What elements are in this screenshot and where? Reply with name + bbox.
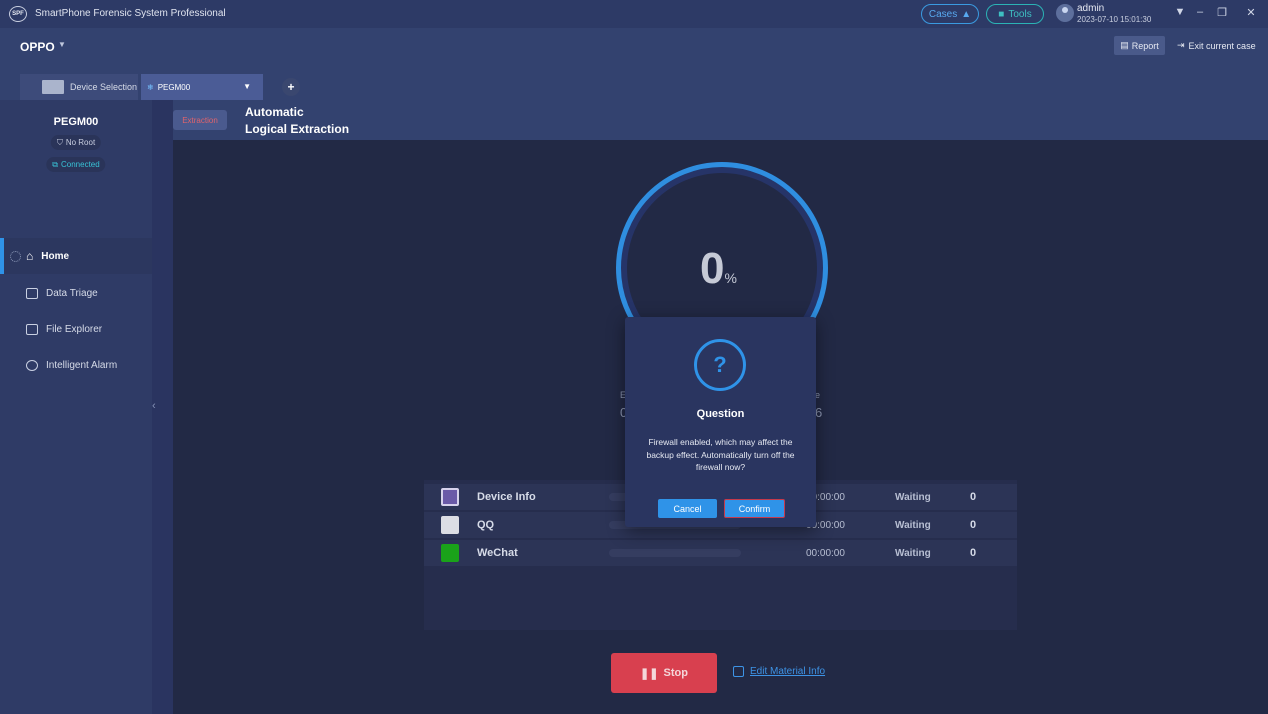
sidebar-item-label: Home (41, 250, 70, 262)
edit-material-label: Edit Material Info (750, 666, 826, 677)
row-count: 0 (970, 519, 977, 531)
pause-icon: ❚❚ (640, 667, 659, 680)
home-icon: ⌂ (26, 249, 34, 263)
device-select-value: PEGM00 (157, 82, 191, 92)
report-button[interactable]: ▤ Report (1114, 36, 1165, 55)
app-title: SmartPhone Forensic System Professional (35, 8, 226, 19)
row-name: WeChat (477, 547, 518, 559)
tools-button[interactable]: ■ Tools (986, 4, 1044, 24)
edit-material-info-link[interactable]: Edit Material Info (733, 666, 825, 677)
sidebar-item-label: Data Triage (46, 287, 98, 299)
row-status: Waiting (895, 519, 931, 531)
toolbox-icon: ■ (998, 8, 1005, 20)
row-progress-bar (609, 549, 741, 557)
table-row[interactable]: WeChat 00:00:00 Waiting 0 (424, 540, 1017, 566)
title-line-1: Automatic (245, 105, 304, 119)
chevron-down-icon[interactable]: ▼ (58, 40, 66, 49)
row-time: 00:00:00 (806, 547, 845, 559)
title-bar: SPF SmartPhone Forensic System Professio… (0, 0, 1268, 28)
sidebar-item-data-triage[interactable]: Data Triage (0, 275, 152, 311)
device-status-icon: ❄ (147, 82, 154, 92)
tab-device-label: Device Selection (70, 82, 138, 92)
confirm-button[interactable]: Confirm (724, 499, 785, 518)
sidebar-item-label: Intelligent Alarm (46, 359, 118, 371)
sidebar-item-home[interactable]: ⌂ Home (0, 238, 152, 274)
exit-label: Exit current case (1188, 40, 1256, 51)
stat-right-value: 6 (815, 405, 823, 420)
stop-button[interactable]: ❚❚ Stop (611, 653, 717, 693)
minimize-icon[interactable]: – (1192, 6, 1208, 18)
device-select-dropdown[interactable]: ❄ PEGM00 ▼ (141, 74, 263, 100)
question-dialog: ? Question Firewall enabled, which may a… (625, 317, 816, 527)
row-count: 0 (970, 547, 977, 559)
exit-case-button[interactable]: ⇥ Exit current case (1177, 40, 1256, 51)
collapse-sidebar-icon[interactable]: ‹ (152, 400, 160, 412)
sidebar-item-label: File Explorer (46, 323, 103, 335)
shield-icon: ⛉ (56, 137, 63, 147)
cases-button[interactable]: Cases ▲ (921, 4, 979, 24)
qq-icon (441, 516, 459, 534)
root-status-badge: ⛉ No Root (50, 135, 102, 150)
computer-icon (42, 80, 64, 94)
edit-icon (733, 666, 744, 677)
brand-selector[interactable]: OPPO (20, 40, 55, 54)
row-status: Waiting (895, 547, 931, 559)
alarm-icon (26, 359, 38, 371)
connection-status-badge: ⧉ Connected (46, 157, 106, 172)
user-avatar-icon[interactable] (1056, 4, 1074, 22)
dialog-message: Firewall enabled, which may affect the b… (646, 437, 795, 472)
device-info-icon (441, 488, 459, 506)
wechat-icon (441, 544, 459, 562)
progress-unit: % (724, 270, 737, 286)
document-icon (26, 287, 38, 299)
report-label: Report (1131, 40, 1159, 51)
row-count: 0 (970, 491, 977, 503)
folder-icon (26, 323, 38, 335)
tab-device-selection[interactable]: Device Selection (20, 74, 138, 100)
tools-label: Tools (1008, 8, 1032, 20)
cases-label: Cases (928, 8, 958, 20)
close-icon[interactable]: ✕ (1243, 6, 1259, 19)
dropdown-menu-icon[interactable]: ▼ (1172, 6, 1188, 18)
stop-label: Stop (663, 667, 688, 679)
device-name: PEGM00 (53, 116, 99, 128)
extraction-tag: Extraction (173, 110, 227, 130)
sidebar-item-intelligent-alarm[interactable]: Intelligent Alarm (0, 347, 152, 383)
progress-percent: 0% (700, 244, 737, 294)
connection-status-label: Connected (61, 160, 100, 169)
user-name: admin (1077, 3, 1105, 14)
cancel-button[interactable]: Cancel (658, 499, 717, 518)
progress-value: 0 (700, 244, 725, 293)
row-name: QQ (477, 519, 495, 531)
chevron-up-icon: ▲ (961, 8, 972, 20)
report-icon: ▤ (1120, 40, 1129, 50)
question-icon: ? (694, 339, 746, 391)
root-status-label: No Root (65, 138, 96, 147)
row-status: Waiting (895, 491, 931, 503)
sidebar: PEGM00 ⛉ No Root ⧉ Connected ⌂ Home Data… (0, 100, 152, 714)
app-logo-icon: SPF (9, 6, 27, 22)
exit-icon: ⇥ (1177, 40, 1185, 50)
restore-icon[interactable]: ❐ (1214, 6, 1230, 19)
current-datetime: 2023-07-10 15:01:30 (1077, 15, 1152, 24)
title-line-2: Logical Extraction (245, 122, 350, 136)
chevron-down-icon: ▼ (243, 82, 251, 91)
row-name: Device Info (477, 491, 536, 503)
link-icon: ⧉ (52, 159, 59, 169)
dialog-title: Question (696, 408, 745, 420)
page-title: Automatic Logical Extraction (245, 104, 349, 138)
loading-spinner-icon (10, 250, 21, 262)
sidebar-item-file-explorer[interactable]: File Explorer (0, 311, 152, 347)
add-device-button[interactable]: + (282, 78, 300, 96)
